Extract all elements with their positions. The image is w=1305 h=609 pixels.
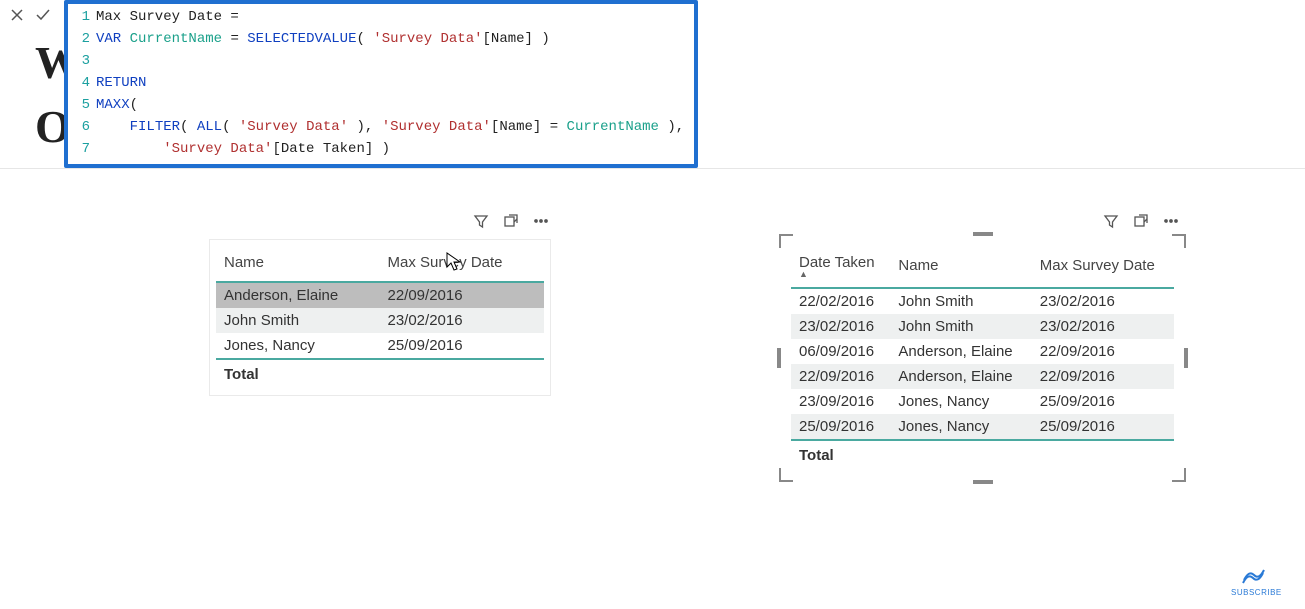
column-header[interactable]: Name (216, 246, 379, 282)
table-cell: 25/09/2016 (379, 333, 544, 359)
table-cell: 23/02/2016 (379, 308, 544, 333)
table-row[interactable]: 23/09/2016Jones, Nancy25/09/2016 (791, 389, 1174, 414)
table-row[interactable]: 25/09/2016Jones, Nancy25/09/2016 (791, 414, 1174, 440)
table-cell: 23/09/2016 (791, 389, 890, 414)
table-cell: 22/09/2016 (1032, 339, 1174, 364)
table-right: Date TakenNameMax Survey Date 22/02/2016… (791, 246, 1174, 470)
table-row[interactable]: John Smith23/02/2016 (216, 308, 544, 333)
total-row: Total (216, 359, 544, 389)
table-cell: 22/09/2016 (379, 282, 544, 308)
table-cell: 22/09/2016 (791, 364, 890, 389)
table-cell: John Smith (216, 308, 379, 333)
filter-icon[interactable] (1102, 212, 1120, 230)
column-header[interactable]: Max Survey Date (379, 246, 544, 282)
column-header[interactable]: Max Survey Date (1032, 246, 1174, 288)
table-row[interactable]: 22/02/2016John Smith23/02/2016 (791, 288, 1174, 314)
formula-commit-button[interactable] (34, 6, 52, 24)
table-cell: 06/09/2016 (791, 339, 890, 364)
formula-editor[interactable]: 1Max Survey Date =2VAR CurrentName = SEL… (68, 4, 694, 164)
filter-icon[interactable] (472, 212, 490, 230)
table-cell: Anderson, Elaine (216, 282, 379, 308)
table-cell: 25/09/2016 (1032, 389, 1174, 414)
table-row[interactable]: 23/02/2016John Smith23/02/2016 (791, 314, 1174, 339)
report-canvas[interactable]: NameMax Survey Date Anderson, Elaine22/0… (0, 190, 1305, 609)
table-cell: 23/02/2016 (791, 314, 890, 339)
table-cell: Anderson, Elaine (890, 339, 1031, 364)
formula-editor-highlight: 1Max Survey Date =2VAR CurrentName = SEL… (64, 0, 698, 168)
table-row[interactable]: Jones, Nancy25/09/2016 (216, 333, 544, 359)
column-header[interactable]: Name (890, 246, 1031, 288)
subscribe-watermark: SUBSCRIBE (1231, 566, 1275, 597)
table-cell: 23/02/2016 (1032, 314, 1174, 339)
visual-toolbar (472, 212, 550, 230)
table-cell: John Smith (890, 288, 1031, 314)
table-cell: Jones, Nancy (890, 414, 1031, 440)
visual-toolbar (1102, 212, 1180, 230)
table-cell: 25/09/2016 (791, 414, 890, 440)
formula-bar: 1Max Survey Date =2VAR CurrentName = SEL… (0, 0, 1305, 169)
table-row[interactable]: Anderson, Elaine22/09/2016 (216, 282, 544, 308)
table-left: NameMax Survey Date Anderson, Elaine22/0… (216, 246, 544, 389)
table-cell: Jones, Nancy (890, 389, 1031, 414)
table-cell: Anderson, Elaine (890, 364, 1031, 389)
more-options-icon[interactable] (532, 212, 550, 230)
table-cell: Jones, Nancy (216, 333, 379, 359)
table-cell: John Smith (890, 314, 1031, 339)
focus-mode-icon[interactable] (1132, 212, 1150, 230)
table-visual-left[interactable]: NameMax Survey Date Anderson, Elaine22/0… (210, 240, 550, 395)
table-row[interactable]: 06/09/2016Anderson, Elaine22/09/2016 (791, 339, 1174, 364)
table-cell: 22/02/2016 (791, 288, 890, 314)
table-cell: 25/09/2016 (1032, 414, 1174, 440)
focus-mode-icon[interactable] (502, 212, 520, 230)
table-visual-right[interactable]: Date TakenNameMax Survey Date 22/02/2016… (785, 240, 1180, 476)
table-cell: 22/09/2016 (1032, 364, 1174, 389)
total-row: Total (791, 440, 1174, 470)
column-header[interactable]: Date Taken (791, 246, 890, 288)
table-row[interactable]: 22/09/2016Anderson, Elaine22/09/2016 (791, 364, 1174, 389)
formula-cancel-button[interactable] (8, 6, 26, 24)
table-cell: 23/02/2016 (1032, 288, 1174, 314)
more-options-icon[interactable] (1162, 212, 1180, 230)
